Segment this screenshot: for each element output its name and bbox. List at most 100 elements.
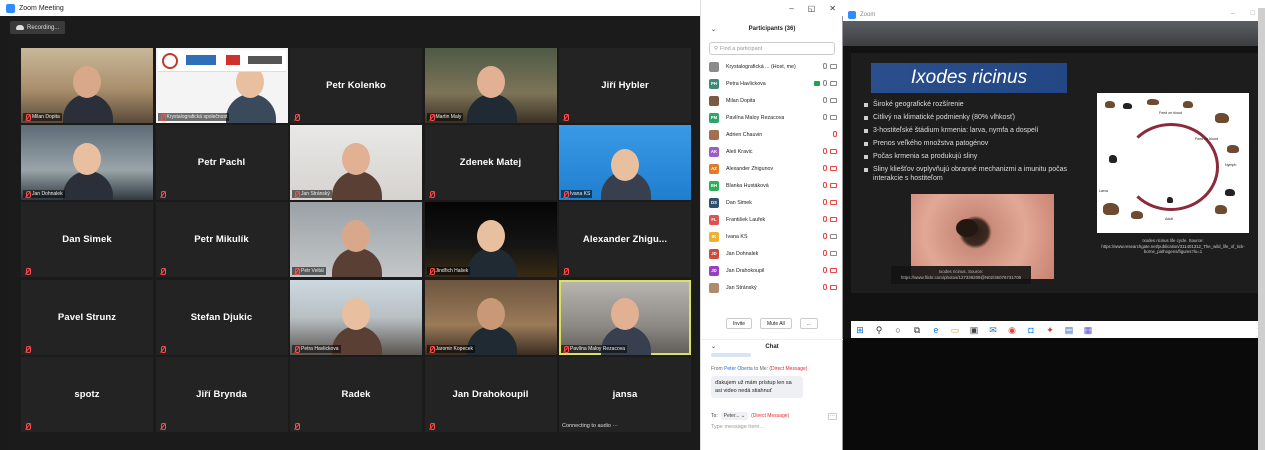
participant-row[interactable]: Jan Stránský: [709, 279, 839, 296]
mic-icon[interactable]: [823, 97, 827, 103]
zoom-icon[interactable]: ◘: [1026, 325, 1036, 335]
video-tile[interactable]: jansa Connecting to audio ···: [559, 356, 691, 432]
mic-icon[interactable]: [823, 114, 827, 120]
mic-muted-icon[interactable]: [823, 216, 827, 222]
participant-face: [611, 149, 639, 182]
mic-muted-icon[interactable]: [823, 182, 827, 188]
chrome-icon[interactable]: ◉: [1007, 325, 1017, 335]
chat-message-input[interactable]: Type message here...: [711, 424, 764, 430]
participant-row[interactable]: AK Aleš Kravic: [709, 143, 839, 160]
video-tile[interactable]: Dan Simek: [21, 202, 153, 278]
participant-row-name: Aleš Kravic: [726, 148, 753, 155]
mic-muted-icon[interactable]: [823, 284, 827, 290]
participant-row[interactable]: DS Dan Simek: [709, 194, 839, 211]
video-tile[interactable]: Petr Kolenko: [290, 48, 422, 123]
app-icon[interactable]: ✦: [1045, 325, 1055, 335]
save-icon[interactable]: ▤: [1064, 325, 1074, 335]
video-tile[interactable]: Zdenek Matej: [424, 125, 557, 201]
video-tile[interactable]: Jan Drahokoupil: [424, 356, 557, 432]
participant-name: Alexander Zhigu...: [582, 234, 668, 246]
participant-row[interactable]: Krystalografická ... (Host, me): [709, 58, 839, 75]
participant-status-icons: [823, 250, 837, 256]
mic-icon[interactable]: [823, 80, 827, 86]
participant-row[interactable]: IK Ivana KS: [709, 228, 839, 245]
video-tile[interactable]: Pavlína Maloy Rezacova: [559, 279, 691, 355]
participant-list[interactable]: Krystalografická ... (Host, me) PH Petra H…: [709, 58, 839, 296]
participant-row[interactable]: JD Jan Drahokoupil: [709, 262, 839, 279]
video-tile[interactable]: Ivana KS: [559, 125, 691, 201]
video-tile[interactable]: Petr Mikulík: [155, 202, 288, 278]
video-tile[interactable]: Martin Maly: [424, 48, 557, 123]
mic-muted-icon[interactable]: [823, 250, 827, 256]
participant-name: Jiří Brynda: [196, 388, 247, 400]
video-tile[interactable]: Stefan Djukic: [155, 279, 288, 355]
edge-icon[interactable]: e: [931, 325, 941, 335]
camera-off-icon: [830, 182, 837, 188]
minimize-icon[interactable]: –: [1231, 10, 1235, 17]
participant-row[interactable]: FL František Laufek: [709, 211, 839, 228]
participant-row[interactable]: PH Petra Havlickova: [709, 75, 839, 92]
video-tile[interactable]: Petra Havlickova: [290, 279, 422, 355]
video-tile[interactable]: Jiří Hybler: [559, 48, 691, 123]
video-tile[interactable]: Jan Stránský: [290, 125, 422, 201]
participant-row[interactable]: JD Jan Dohnalek: [709, 245, 839, 262]
video-tile[interactable]: Jaromir Kopecek: [424, 279, 557, 355]
invite-button[interactable]: Invite: [726, 318, 752, 329]
participant-row[interactable]: AZ Alexander Zhigunov: [709, 160, 839, 177]
chat-more-icon[interactable]: ···: [828, 412, 837, 420]
mic-muted-icon[interactable]: [823, 267, 827, 273]
participant-row-name: Jan Stránský: [726, 284, 757, 291]
mic-muted-icon[interactable]: [823, 233, 827, 239]
mail-icon[interactable]: ✉: [988, 325, 998, 335]
sender-name[interactable]: Peter Oberta: [724, 366, 753, 372]
participant-row[interactable]: PM Pavlína Maloy Rezacova: [709, 109, 839, 126]
cortana-icon[interactable]: ○: [893, 325, 903, 335]
mic-muted-icon[interactable]: [833, 131, 837, 137]
life-cycle-diagram: Feed on blood Nymph Adult Larva Feed on …: [1097, 93, 1249, 233]
recipient-select[interactable]: Peter... ⌄: [720, 412, 749, 420]
mic-icon[interactable]: [823, 63, 827, 69]
video-tile[interactable]: Radek: [290, 356, 422, 432]
mute-all-button[interactable]: Mute All: [759, 318, 792, 329]
participant-row[interactable]: BH Blanka Hustáková: [709, 177, 839, 194]
mic-muted-icon: [429, 191, 435, 199]
maximize-icon[interactable]: □: [1251, 10, 1255, 17]
minimize-icon[interactable]: –: [789, 4, 793, 13]
avatar: JD: [709, 265, 719, 276]
life-cycle-caption: Ixodes ricinus life cycle. Source: https…: [1097, 236, 1249, 256]
video-tile[interactable]: Jan Dohnalek: [21, 125, 153, 201]
video-tile[interactable]: Milan Dopita: [21, 48, 153, 123]
store-icon[interactable]: ▣: [969, 325, 979, 335]
close-icon[interactable]: ✕: [829, 4, 836, 13]
mic-muted-icon[interactable]: [823, 148, 827, 154]
task-view-icon[interactable]: ⧉: [912, 325, 922, 335]
video-tile[interactable]: Petr Pachl: [155, 125, 288, 201]
chevron-down-icon[interactable]: ⌄: [711, 343, 716, 350]
search-icon[interactable]: ⚲: [874, 325, 884, 335]
video-tile[interactable]: Jindřich Hašek: [424, 202, 557, 278]
chevron-down-icon[interactable]: ⌄: [711, 26, 716, 33]
share-titlebar: Zoom – □: [843, 8, 1265, 21]
participants-header[interactable]: ⌄ Participants (36): [701, 22, 843, 36]
participant-row[interactable]: Milan Dopita: [709, 92, 839, 109]
participant-search-input[interactable]: ⚲ Find a participant: [709, 42, 835, 55]
avatar: [709, 129, 719, 140]
participant-row[interactable]: Adrien Chauvin: [709, 126, 839, 143]
more-button[interactable]: ...: [799, 318, 818, 329]
teams-icon[interactable]: ▦: [1083, 325, 1093, 335]
chat-header[interactable]: ⌄ Chat: [701, 339, 843, 353]
recording-badge[interactable]: Recording...: [10, 21, 66, 34]
mic-muted-icon[interactable]: [823, 199, 827, 205]
mic-muted-icon: [25, 268, 31, 276]
mic-muted-icon[interactable]: [823, 165, 827, 171]
video-tile[interactable]: Pavel Strunz: [21, 279, 153, 355]
video-tile[interactable]: Jiří Brynda: [155, 356, 288, 432]
participant-status-icons: [814, 80, 837, 86]
explorer-icon[interactable]: ▭: [950, 325, 960, 335]
video-tile[interactable]: Alexander Zhigu...: [559, 202, 691, 278]
windows-icon[interactable]: ⊞: [855, 325, 865, 335]
video-tile[interactable]: Petr Veltál: [290, 202, 422, 278]
video-tile[interactable]: Krystalografická společnost: [155, 48, 288, 123]
popout-icon[interactable]: ◱: [808, 4, 816, 13]
video-tile[interactable]: spotz: [21, 356, 153, 432]
